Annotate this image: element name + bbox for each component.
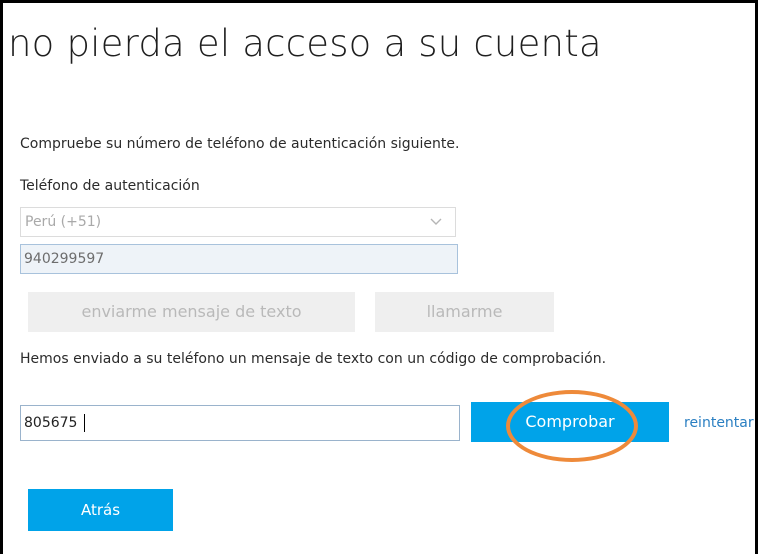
verification-code-input[interactable]: 805675 (20, 405, 460, 441)
instructions-text: Compruebe su número de teléfono de auten… (20, 136, 460, 152)
country-code-select[interactable]: Perú (+51) (20, 207, 456, 237)
window-frame (0, 0, 758, 554)
text-caret (84, 414, 85, 432)
verification-code-value: 805675 (24, 415, 78, 431)
page-title: no pierda el acceso a su cuenta (8, 22, 602, 65)
call-me-button[interactable]: llamarme (375, 292, 554, 332)
status-message: Hemos enviado a su teléfono un mensaje d… (20, 351, 607, 367)
phone-number-value: 940299597 (24, 251, 105, 267)
chevron-down-icon (430, 218, 442, 225)
back-button[interactable]: Atrás (28, 489, 173, 531)
retry-link[interactable]: reintentar (684, 415, 754, 431)
phone-number-field[interactable]: 940299597 (20, 244, 458, 274)
verify-button[interactable]: Comprobar (471, 402, 669, 442)
send-text-button[interactable]: enviarme mensaje de texto (28, 292, 355, 332)
phone-label: Teléfono de autenticación (20, 178, 200, 194)
country-code-value: Perú (+51) (25, 214, 102, 230)
